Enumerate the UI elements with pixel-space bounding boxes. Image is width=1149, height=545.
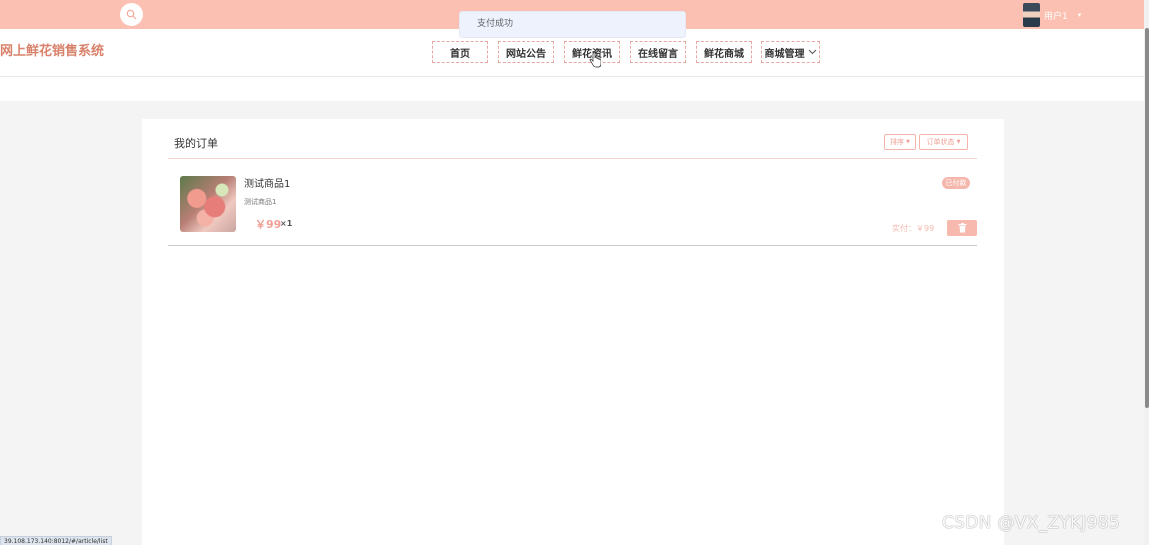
chevron-down-icon bbox=[808, 49, 816, 55]
header-spacer bbox=[0, 77, 1144, 101]
caret-down-icon: ▼ bbox=[906, 139, 910, 145]
success-toast: 支付成功 bbox=[459, 11, 686, 38]
status-url: 39.108.173.140:8012/#/article/list bbox=[0, 536, 112, 545]
paid-amount: 实付：￥99 bbox=[892, 224, 935, 233]
divider bbox=[168, 245, 977, 246]
scrollbar-thumb[interactable] bbox=[1145, 28, 1149, 408]
nav-mall-management[interactable]: 商城管理 bbox=[761, 41, 820, 63]
sort-dropdown[interactable]: 排序 ▼ bbox=[884, 134, 916, 150]
order-status-label: 订单状态 bbox=[926, 138, 955, 146]
order-status-dropdown[interactable]: 订单状态 ▼ bbox=[919, 134, 968, 150]
caret-down-icon: ▼ bbox=[956, 139, 961, 145]
product-price: ￥99 bbox=[255, 218, 282, 231]
nav-announcements[interactable]: 网站公告 bbox=[498, 41, 554, 63]
product-image[interactable] bbox=[180, 176, 236, 232]
hand-cursor-icon bbox=[589, 52, 601, 68]
product-subtitle: 测试商品1 bbox=[244, 198, 277, 206]
sort-label: 排序 bbox=[890, 138, 905, 146]
user-menu[interactable]: 用户1 ▾ bbox=[1023, 3, 1081, 27]
nav-messages[interactable]: 在线留言 bbox=[630, 41, 686, 63]
search-glyph bbox=[126, 9, 137, 20]
nav-flower-mall[interactable]: 鲜花商城 bbox=[696, 41, 752, 63]
delete-button[interactable] bbox=[947, 220, 977, 236]
product-name[interactable]: 测试商品1 bbox=[244, 175, 290, 190]
product-quantity: ×1 bbox=[280, 219, 293, 228]
page-title: 我的订单 bbox=[174, 137, 218, 150]
search-icon[interactable] bbox=[120, 3, 143, 26]
orders-panel: 我的订单 排序 ▼ 订单状态 ▼ 测试商品1 测试商品1 ￥99 ×1 已付款 … bbox=[142, 119, 1004, 545]
nav-home[interactable]: 首页 bbox=[432, 41, 488, 63]
watermark: CSDN @VX_ZYKJ985 bbox=[942, 513, 1121, 533]
divider bbox=[168, 158, 977, 159]
nav-mall-management-label: 商城管理 bbox=[764, 48, 805, 60]
caret-down-icon: ▾ bbox=[1077, 11, 1082, 19]
trash-icon bbox=[958, 223, 966, 233]
status-badge: 已付款 bbox=[942, 177, 970, 189]
site-title: 网上鲜花销售系统 bbox=[0, 44, 105, 59]
avatar bbox=[1023, 3, 1040, 27]
user-name: 用户1 bbox=[1044, 11, 1068, 22]
